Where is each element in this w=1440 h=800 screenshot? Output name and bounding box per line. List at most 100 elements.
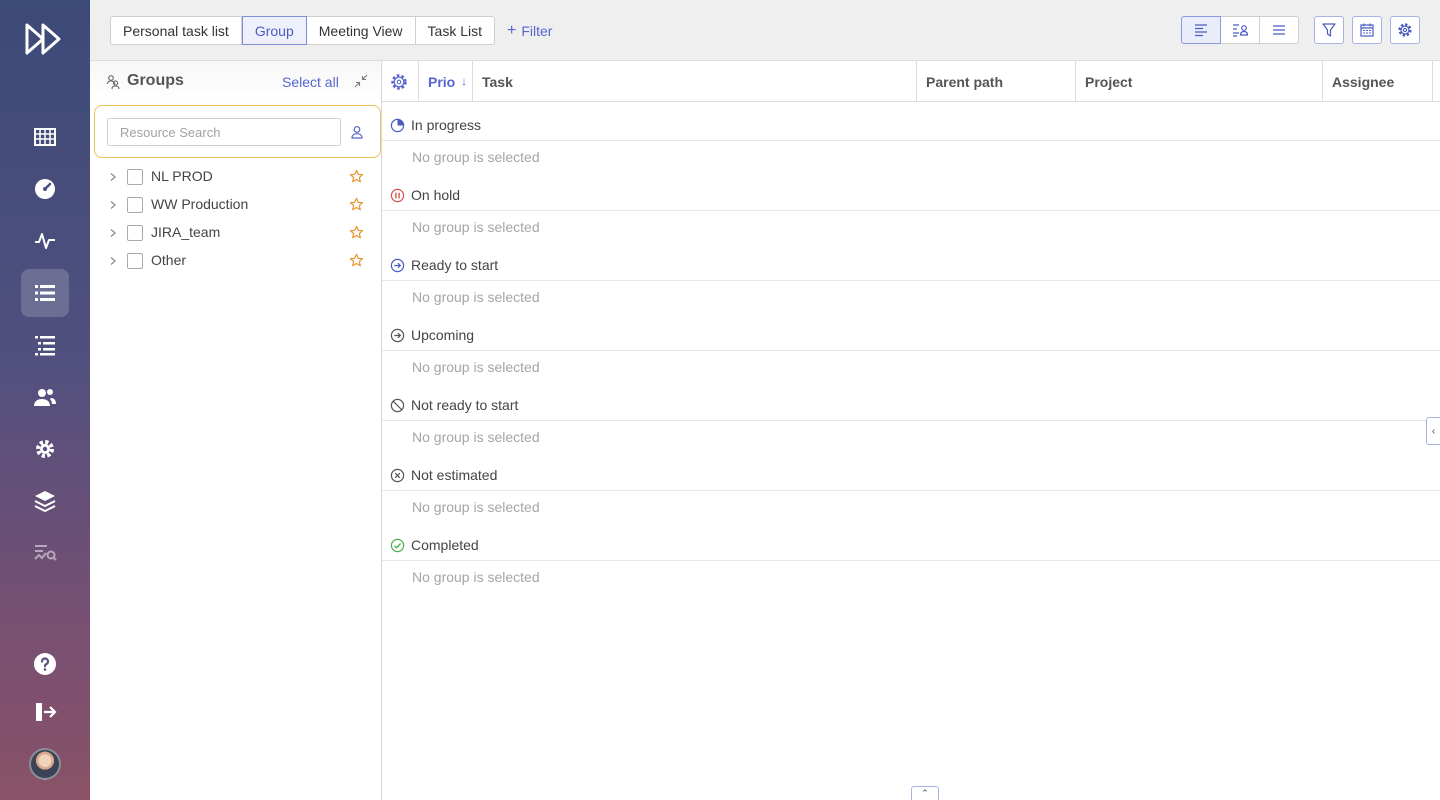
bottom-panel-toggle-button[interactable]: ⌃ <box>911 786 939 800</box>
progress-pie-icon <box>390 118 405 133</box>
group-checkbox[interactable] <box>127 253 143 269</box>
chevron-right-icon[interactable] <box>108 228 118 238</box>
users-icon[interactable] <box>21 373 69 421</box>
empty-message: No group is selected <box>412 289 540 305</box>
tab-group[interactable]: Group <box>241 16 307 45</box>
star-icon[interactable] <box>349 197 364 212</box>
tab-meeting-view[interactable]: Meeting View <box>306 16 416 45</box>
list-person-icon <box>1233 24 1248 37</box>
section-header[interactable]: Upcoming <box>382 319 1440 351</box>
empty-message: No group is selected <box>412 359 540 375</box>
align-left-icon <box>1195 24 1207 37</box>
view-tabs: Personal task list Group Meeting View Ta… <box>110 16 496 45</box>
tab-task-list[interactable]: Task List <box>415 16 496 45</box>
assignee-header-label: Assignee <box>1332 73 1395 90</box>
section-label: Completed <box>411 537 479 553</box>
prio-header-label: Prio <box>428 73 456 90</box>
help-icon[interactable] <box>21 640 69 688</box>
section-in-progress: In progress No group is selected <box>382 109 1440 179</box>
section-ready-to-start: Ready to start No group is selected <box>382 249 1440 319</box>
column-header-assignee[interactable]: Assignee <box>1322 61 1433 102</box>
arrow-circle-icon <box>390 258 405 273</box>
calendar-button[interactable] <box>1352 16 1382 44</box>
column-header-task[interactable]: Task <box>472 61 916 102</box>
logout-icon[interactable] <box>21 688 69 736</box>
group-row-jira-team[interactable]: JIRA_team <box>90 219 381 247</box>
column-header-parent-path[interactable]: Parent path <box>916 61 1075 102</box>
group-label: WW Production <box>151 196 249 212</box>
add-filter-button[interactable]: + Filter <box>507 16 552 45</box>
calendar-icon <box>1360 23 1374 37</box>
section-header[interactable]: On hold <box>382 179 1440 211</box>
layers-icon[interactable] <box>21 477 69 525</box>
empty-message: No group is selected <box>412 569 540 585</box>
group-row-ww-production[interactable]: WW Production <box>90 191 381 219</box>
section-upcoming: Upcoming No group is selected <box>382 319 1440 389</box>
chevron-right-icon[interactable] <box>108 172 118 182</box>
activity-pulse-icon[interactable] <box>21 217 69 265</box>
star-icon[interactable] <box>349 169 364 184</box>
section-header[interactable]: Not estimated <box>382 459 1440 491</box>
empty-message: No group is selected <box>412 429 540 445</box>
calendar-grid-icon[interactable] <box>21 113 69 161</box>
filter-funnel-button[interactable] <box>1314 16 1344 44</box>
section-label: Not ready to start <box>411 397 519 413</box>
dashboard-gauge-icon[interactable] <box>21 165 69 213</box>
empty-message: No group is selected <box>412 149 540 165</box>
section-label: Not estimated <box>411 467 498 483</box>
table-header: Prio ↓ Task Parent path Project Assignee <box>382 61 1440 102</box>
person-icon[interactable] <box>350 125 364 139</box>
user-avatar[interactable] <box>29 748 61 780</box>
group-row-nl-prod[interactable]: NL PROD <box>90 163 381 191</box>
chevron-right-icon[interactable] <box>108 256 118 266</box>
column-header-project[interactable]: Project <box>1075 61 1322 102</box>
layout-left-align-button[interactable] <box>1181 16 1221 44</box>
layout-resource-button[interactable] <box>1220 16 1260 44</box>
settings-gear-icon[interactable] <box>21 425 69 473</box>
top-toolbar: Personal task list Group Meeting View Ta… <box>90 0 1440 61</box>
column-header-prio[interactable]: Prio ↓ <box>418 61 474 102</box>
empty-message: No group is selected <box>412 219 540 235</box>
pause-circle-icon <box>390 188 405 203</box>
resource-search-input[interactable] <box>107 118 341 146</box>
column-settings-gear-icon[interactable] <box>390 73 408 91</box>
resource-search-box <box>94 105 381 158</box>
group-tree: NL PROD WW Production JIRA_team Other <box>90 163 381 275</box>
gantt-list-icon[interactable] <box>21 321 69 369</box>
tab-personal-task-list[interactable]: Personal task list <box>110 16 242 45</box>
star-icon[interactable] <box>349 225 364 240</box>
star-icon[interactable] <box>349 253 364 268</box>
groups-header: Groups Select all <box>90 61 381 102</box>
group-checkbox[interactable] <box>127 197 143 213</box>
layout-toggle-group <box>1181 16 1299 44</box>
section-not-ready-to-start: Not ready to start No group is selected <box>382 389 1440 459</box>
group-checkbox[interactable] <box>127 169 143 185</box>
section-label: On hold <box>411 187 461 203</box>
side-panel-toggle-button[interactable]: ‹ <box>1426 417 1440 445</box>
section-header[interactable]: Completed <box>382 529 1440 561</box>
select-all-link[interactable]: Select all <box>282 74 339 90</box>
reports-search-icon[interactable] <box>21 529 69 577</box>
chevron-up-icon: ⌃ <box>921 788 929 798</box>
section-completed: Completed No group is selected <box>382 529 1440 599</box>
task-list-icon[interactable] <box>21 269 69 317</box>
layout-list-button[interactable] <box>1259 16 1299 44</box>
section-label: Ready to start <box>411 257 499 273</box>
section-header[interactable]: Ready to start <box>382 249 1440 281</box>
status-sections: In progress No group is selected On hold… <box>382 109 1440 599</box>
gear-icon <box>1398 23 1412 37</box>
logo-icon[interactable] <box>24 22 66 56</box>
section-header[interactable]: Not ready to start <box>382 389 1440 421</box>
group-row-other[interactable]: Other <box>90 247 381 275</box>
collapse-arrows-icon[interactable] <box>354 74 368 88</box>
section-not-estimated: Not estimated No group is selected <box>382 459 1440 529</box>
chevron-left-icon: ‹ <box>1431 425 1436 437</box>
empty-message: No group is selected <box>412 499 540 515</box>
chevron-right-icon[interactable] <box>108 200 118 210</box>
project-header-label: Project <box>1085 73 1133 90</box>
check-circle-icon <box>390 538 405 553</box>
group-checkbox[interactable] <box>127 225 143 241</box>
view-settings-button[interactable] <box>1390 16 1420 44</box>
plus-icon: + <box>507 21 517 39</box>
section-header[interactable]: In progress <box>382 109 1440 141</box>
